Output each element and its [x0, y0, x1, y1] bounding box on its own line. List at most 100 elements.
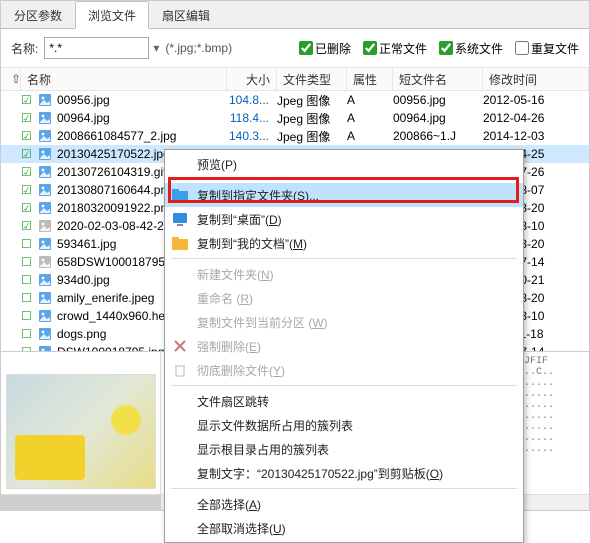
menu-copy-to-partition: 复制文件到当前分区 (W)	[165, 310, 523, 334]
cell-name: 2008661084577_2.jpg	[53, 128, 223, 144]
menu-rename: 重命名 (R)	[165, 286, 523, 310]
cell-size: 140.3...	[223, 128, 273, 144]
tabs-bar: 分区参数 浏览文件 扇区编辑	[1, 1, 589, 29]
table-row[interactable]: ☑ 00956.jpg 104.8... Jpeg 图像 A 00956.jpg…	[1, 91, 589, 109]
scrollbar-thumb[interactable]	[1, 495, 161, 510]
name-input[interactable]	[44, 37, 149, 59]
checkbox-icon[interactable]: ☐	[21, 327, 37, 341]
menu-copy-to-desktop[interactable]: 复制到“桌面”(D)	[165, 207, 523, 231]
chevron-down-icon[interactable]: ▾	[153, 41, 159, 55]
menu-show-root-clusters[interactable]: 显示根目录占用的簇列表	[165, 437, 523, 461]
menu-copy-to-folder[interactable]: 复制到指定文件夹(S)...	[165, 183, 523, 207]
column-headers: ⇧ 名称 大小 文件类型 属性 短文件名 修改时间	[1, 67, 589, 91]
file-icon	[37, 93, 53, 107]
filter-normal-label: 正常文件	[379, 40, 427, 57]
checkbox-icon[interactable]: ☑	[21, 111, 37, 125]
file-icon	[37, 129, 53, 143]
cell-size: 104.8...	[223, 92, 273, 108]
filter-normal[interactable]: 正常文件	[363, 40, 427, 57]
cell-date: 2014-12-03	[479, 128, 589, 144]
menu-wipe-delete: 彻底删除文件(Y)	[165, 358, 523, 382]
context-menu: 预览(P) 复制到指定文件夹(S)... 复制到“桌面”(D) 复制到“我的文档…	[164, 149, 524, 543]
menu-force-delete: 强制删除(E)	[165, 334, 523, 358]
tab-partition-params[interactable]: 分区参数	[1, 1, 75, 28]
filter-duplicate-label: 重复文件	[531, 40, 579, 57]
file-icon	[37, 291, 53, 305]
menu-copy-to-documents[interactable]: 复制到“我的文档”(M)	[165, 231, 523, 255]
desktop-icon	[171, 212, 189, 226]
col-type[interactable]: 文件类型	[277, 67, 347, 92]
checkbox-icon[interactable]: ☐	[21, 309, 37, 323]
col-attr[interactable]: 属性	[347, 67, 393, 92]
file-icon	[37, 273, 53, 287]
col-name[interactable]: 名称	[21, 67, 227, 92]
toolbar: 名称: ▾ (*.jpg;*.bmp) 已删除 正常文件 系统文件 重复文件	[1, 29, 589, 67]
menu-copy-text-to-clipboard[interactable]: 复制文字：“20130425170522.jpg”到剪贴板(O)	[165, 461, 523, 485]
tab-browse-files[interactable]: 浏览文件	[75, 1, 149, 29]
cell-attr: A	[343, 92, 389, 108]
file-icon	[37, 165, 53, 179]
menu-deselect-all[interactable]: 全部取消选择(U)	[165, 516, 523, 540]
checkbox-icon[interactable]: ☑	[21, 147, 37, 161]
cell-attr: A	[343, 110, 389, 126]
menu-separator	[171, 258, 517, 259]
cell-name: 00956.jpg	[53, 92, 223, 108]
cell-name: 00964.jpg	[53, 110, 223, 126]
menu-separator	[171, 488, 517, 489]
cell-date: 2012-05-16	[479, 92, 589, 108]
file-icon	[37, 255, 53, 269]
menu-preview[interactable]: 预览(P)	[165, 152, 523, 176]
file-icon	[37, 147, 53, 161]
checkbox-icon[interactable]: ☑	[21, 93, 37, 107]
col-size[interactable]: 大小	[227, 67, 277, 92]
filter-system[interactable]: 系统文件	[439, 40, 503, 57]
filter-system-label: 系统文件	[455, 40, 503, 57]
cell-attr: A	[343, 128, 389, 144]
menu-sector-jump[interactable]: 文件扇区跳转	[165, 389, 523, 413]
file-icon	[37, 309, 53, 323]
col-short[interactable]: 短文件名	[393, 67, 483, 92]
menu-separator	[171, 179, 517, 180]
menu-show-file-clusters[interactable]: 显示文件数据所占用的簇列表	[165, 413, 523, 437]
cell-size: 118.4...	[223, 110, 273, 126]
checkbox-icon[interactable]: ☐	[21, 255, 37, 269]
filter-deleted-label: 已删除	[315, 40, 351, 57]
checkbox-icon[interactable]: ☐	[21, 237, 37, 251]
col-date[interactable]: 修改时间	[483, 67, 589, 92]
tab-sector-edit[interactable]: 扇区编辑	[149, 1, 223, 28]
cell-short: 00956.jpg	[389, 92, 479, 108]
up-icon[interactable]: ⇧	[5, 68, 21, 90]
checkbox-icon[interactable]: ☐	[21, 273, 37, 287]
file-icon	[37, 327, 53, 341]
preview-pane	[1, 352, 161, 510]
file-icon	[37, 111, 53, 125]
menu-select-all[interactable]: 全部选择(A)	[165, 492, 523, 516]
preview-image	[6, 374, 156, 489]
file-icon	[37, 183, 53, 197]
folder-blue-icon	[171, 188, 189, 202]
delete-icon	[171, 339, 189, 353]
checkbox-icon[interactable]: ☑	[21, 183, 37, 197]
cell-type: Jpeg 图像	[273, 127, 343, 146]
menu-separator	[171, 385, 517, 386]
filter-duplicate[interactable]: 重复文件	[515, 40, 579, 57]
checkbox-icon[interactable]: ☑	[21, 165, 37, 179]
filter-deleted[interactable]: 已删除	[299, 40, 351, 57]
cell-type: Jpeg 图像	[273, 91, 343, 110]
table-row[interactable]: ☑ 00964.jpg 118.4... Jpeg 图像 A 00964.jpg…	[1, 109, 589, 127]
cell-date: 2012-04-26	[479, 110, 589, 126]
folder-yellow-icon	[171, 236, 189, 250]
file-icon	[37, 219, 53, 233]
cell-short: 200866~1.J	[389, 128, 479, 144]
checkbox-icon[interactable]: ☑	[21, 201, 37, 215]
cell-short: 00964.jpg	[389, 110, 479, 126]
extension-hint: (*.jpg;*.bmp)	[165, 41, 232, 55]
trash-icon	[171, 363, 189, 377]
file-icon	[37, 237, 53, 251]
name-label: 名称:	[11, 40, 38, 57]
table-row[interactable]: ☑ 2008661084577_2.jpg 140.3... Jpeg 图像 A…	[1, 127, 589, 145]
checkbox-icon[interactable]: ☑	[21, 129, 37, 143]
checkbox-icon[interactable]: ☐	[21, 291, 37, 305]
cell-type: Jpeg 图像	[273, 109, 343, 128]
checkbox-icon[interactable]: ☑	[21, 219, 37, 233]
